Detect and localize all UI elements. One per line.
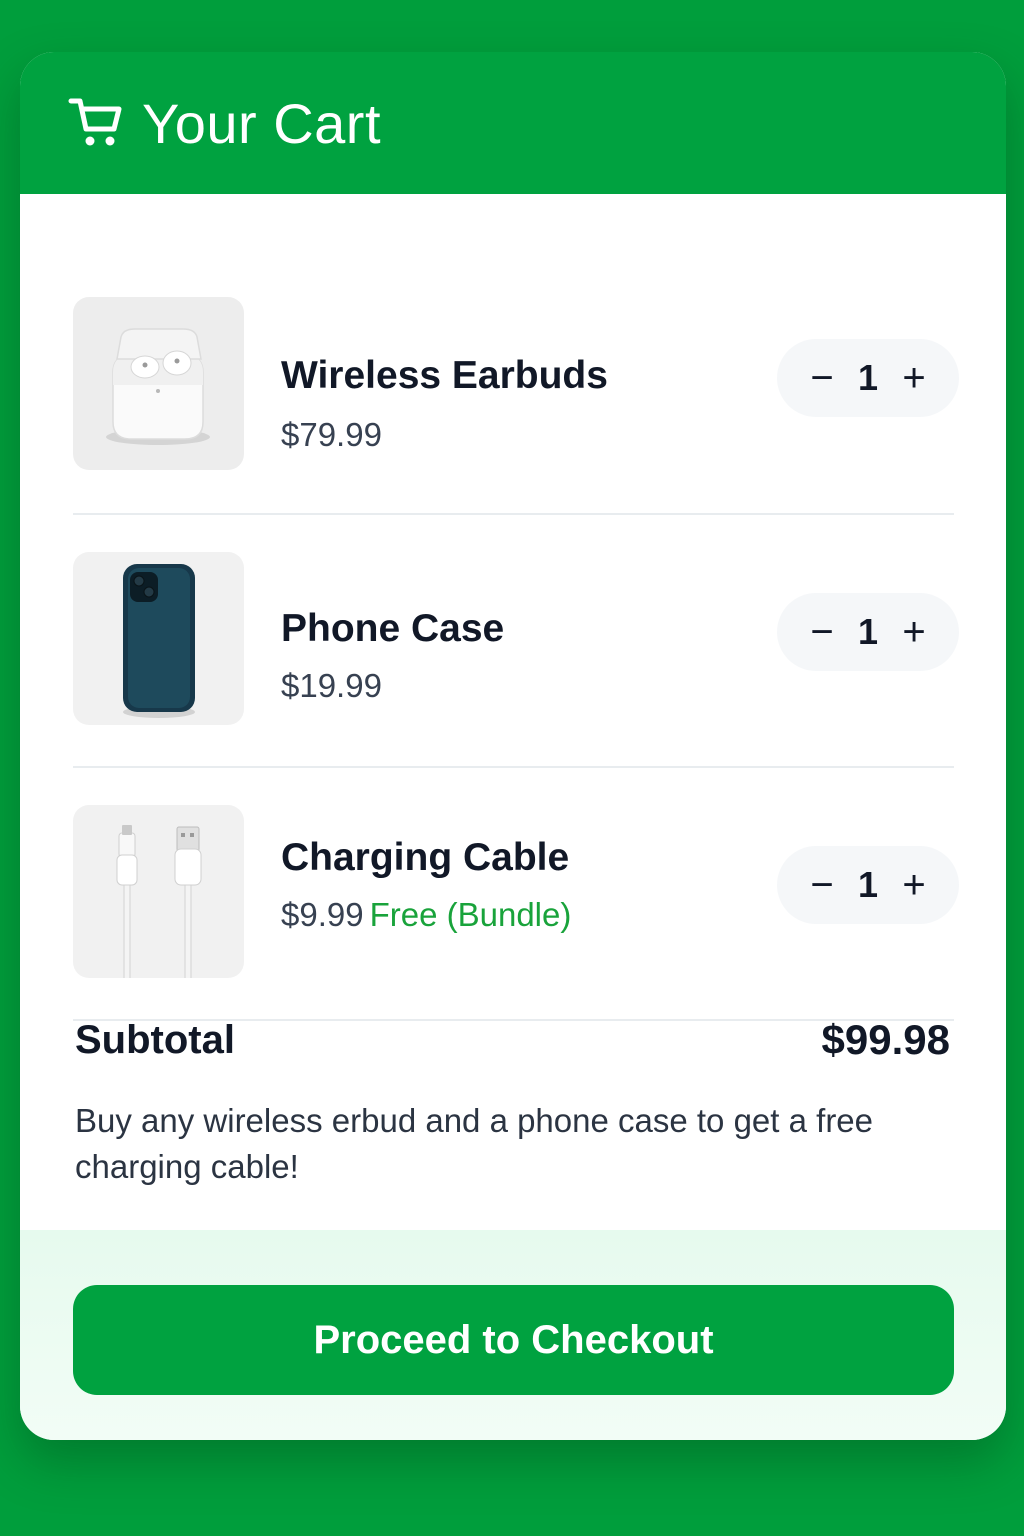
checkout-footer: Proceed to Checkout (20, 1230, 1006, 1440)
decrease-quantity-button[interactable]: − (805, 612, 839, 652)
cart-item-phone-case: Phone Case $19.99 − 1 + (73, 515, 959, 768)
checkout-button[interactable]: Proceed to Checkout (73, 1285, 954, 1395)
decrease-quantity-button[interactable]: − (805, 358, 839, 398)
item-price: $19.99 (281, 667, 382, 705)
cart-header: Your Cart (20, 52, 1006, 194)
quantity-stepper: − 1 + (777, 846, 959, 924)
subtotal-row: Subtotal $99.98 (75, 1016, 950, 1064)
quantity-stepper: − 1 + (777, 593, 959, 671)
phone-case-image (73, 552, 244, 725)
item-price: $9.99 Free (Bundle) (281, 896, 571, 934)
cart-item-charging-cable: Charging Cable $9.99 Free (Bundle) − 1 + (73, 768, 959, 1021)
cart-item-wireless-earbuds: Wireless Earbuds $79.99 − 1 + (73, 244, 959, 515)
quantity-value: 1 (857, 864, 879, 905)
item-price: $79.99 (281, 416, 382, 454)
subtotal-value: $99.98 (821, 1016, 950, 1063)
bundle-promo-label: Free (Bundle) (369, 896, 572, 933)
item-price-value: $9.99 (281, 896, 364, 933)
subtotal-label: Subtotal (75, 1017, 235, 1062)
earbuds-image (73, 297, 244, 470)
item-name: Wireless Earbuds (281, 354, 608, 397)
charging-cable-image (73, 805, 244, 978)
item-price-value: $79.99 (281, 416, 382, 453)
quantity-stepper: − 1 + (777, 339, 959, 417)
item-name: Charging Cable (281, 836, 570, 879)
item-name: Phone Case (281, 607, 505, 650)
page-title: Your Cart (142, 91, 381, 155)
cart-items-list: Wireless Earbuds $79.99 − 1 + Phone Case… (73, 244, 959, 1021)
bundle-promo-message: Buy any wireless erbud and a phone case … (75, 1102, 874, 1185)
quantity-value: 1 (857, 611, 879, 652)
decrease-quantity-button[interactable]: − (805, 865, 839, 905)
increase-quantity-button[interactable]: + (897, 865, 931, 905)
cart-card: Your Cart Wireless Earbuds $79.99 − 1 + … (20, 52, 1006, 1440)
increase-quantity-button[interactable]: + (897, 358, 931, 398)
shopping-cart-icon (68, 98, 122, 146)
quantity-value: 1 (857, 357, 879, 398)
increase-quantity-button[interactable]: + (897, 612, 931, 652)
item-price-value: $19.99 (281, 667, 382, 704)
